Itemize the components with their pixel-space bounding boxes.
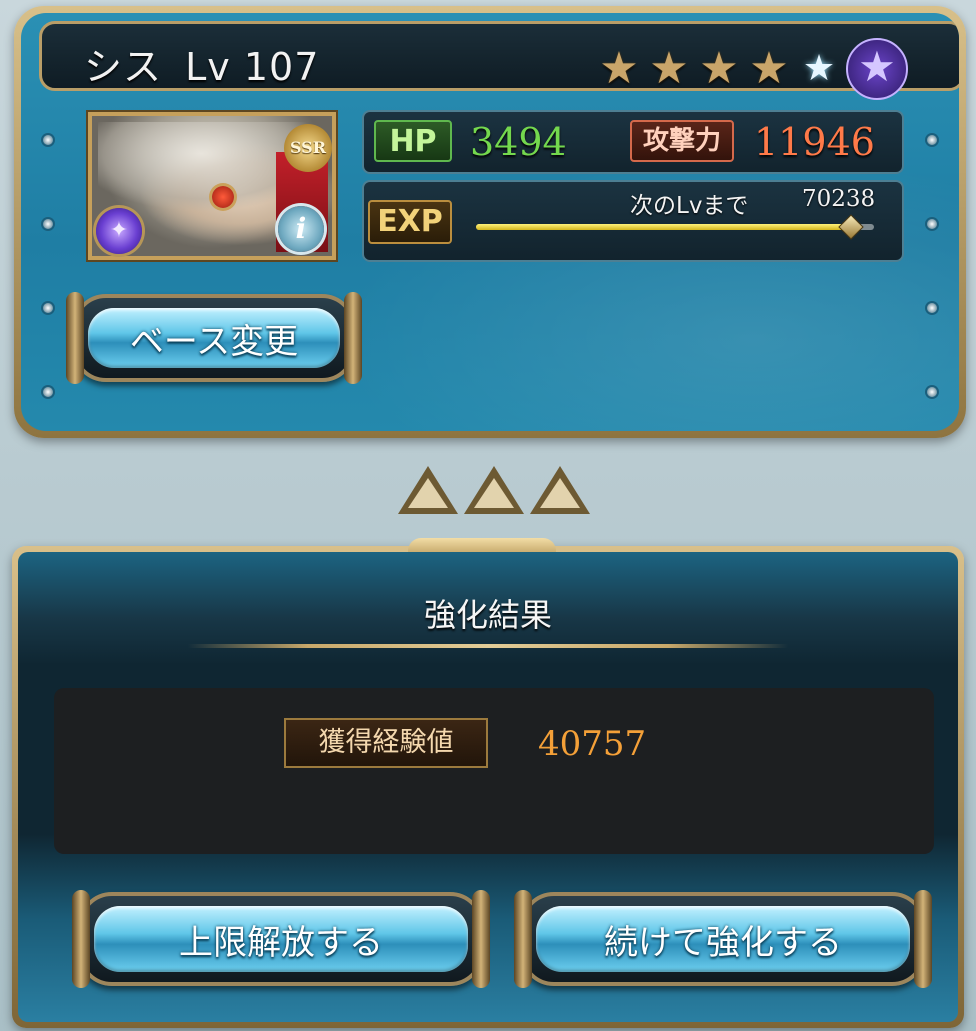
ssr-badge: SSR: [284, 124, 332, 172]
rivet: [927, 303, 937, 313]
attack-label: 攻撃力: [630, 120, 734, 162]
gained-exp-value: 40757: [538, 724, 647, 764]
result-title: 強化結果: [423, 596, 552, 634]
rivet: [43, 303, 53, 313]
sparkle-star-icon: ★: [802, 48, 836, 89]
character-title: シス Lv 107: [84, 36, 319, 91]
star-icon: ★: [649, 43, 689, 94]
star-icon: ★: [599, 43, 639, 94]
title-bar: シス Lv 107 ★ ★ ★ ★ ★ ★: [39, 21, 959, 100]
attack-value: 11946: [754, 120, 875, 164]
triangle-arrow-icon: [530, 466, 590, 514]
hp-label: HP: [374, 120, 452, 162]
upgrade-arrows: [398, 466, 590, 514]
character-level: Lv 107: [185, 45, 320, 89]
exp-progress-knob: [838, 214, 864, 240]
info-icon[interactable]: i: [278, 206, 324, 252]
continue-upgrade-label: 続けて強化する: [604, 922, 842, 963]
rivet: [43, 135, 53, 145]
title-divider: [188, 644, 788, 648]
transcendence-star-icon: ★: [846, 38, 908, 100]
dark-element-icon: ✦: [96, 208, 142, 254]
result-box: 獲得経験値 40757: [54, 688, 934, 854]
triangle-arrow-icon: [398, 466, 458, 514]
base-change-button[interactable]: ベース変更: [66, 292, 362, 384]
character-name: シス: [84, 45, 163, 89]
exp-box: EXP 次のLvまで 70238: [362, 180, 904, 262]
star-icon: ★: [699, 43, 739, 94]
exp-label: EXP: [368, 200, 452, 244]
rivet: [927, 219, 937, 229]
base-change-label: ベース変更: [129, 321, 299, 362]
result-panel-body: 強化結果 獲得経験値 40757 上限解放する 続けて強化する: [18, 552, 958, 1022]
rivet: [43, 387, 53, 397]
star-icon: ★: [749, 43, 789, 94]
rivet: [43, 219, 53, 229]
triangle-arrow-icon: [464, 466, 524, 514]
rivet: [927, 135, 937, 145]
next-level-value: 70238: [802, 186, 876, 212]
exp-progress-fill: [476, 224, 851, 230]
next-level-label: 次のLvまで: [630, 193, 749, 219]
continue-upgrade-button[interactable]: 続けて強化する: [514, 890, 932, 988]
eyepatch-icon: [212, 186, 234, 208]
limit-break-label: 上限解放する: [179, 922, 383, 963]
limit-break-button[interactable]: 上限解放する: [72, 890, 490, 988]
gained-exp-label: 獲得経験値: [284, 718, 488, 768]
exp-progress-bar: [476, 214, 874, 240]
result-panel: 強化結果 獲得経験値 40757 上限解放する 続けて強化する: [12, 538, 964, 1028]
rarity-stars: ★ ★ ★ ★ ★ ★: [596, 38, 908, 100]
stats-box: HP 3494 攻撃力 11946: [362, 110, 904, 174]
hp-value: 3494: [470, 120, 567, 164]
rivet: [927, 387, 937, 397]
